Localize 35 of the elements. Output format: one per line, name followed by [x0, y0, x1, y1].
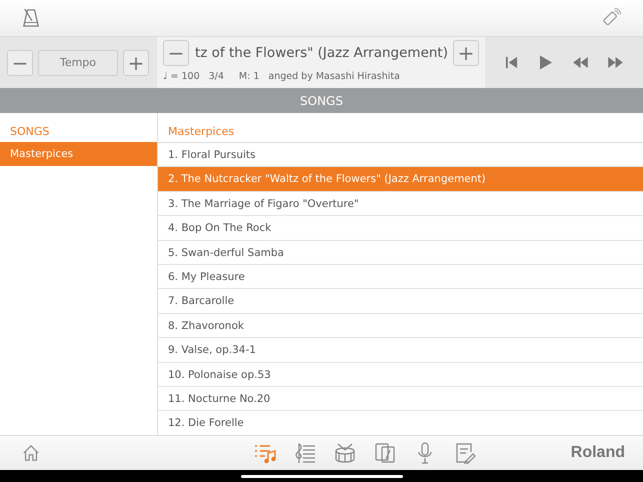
- section-header: SONGS: [0, 88, 643, 113]
- play-icon[interactable]: [538, 55, 552, 70]
- list-title: Masterpices: [158, 113, 643, 143]
- song-item[interactable]: 8. Zhavoronok: [158, 314, 643, 338]
- brand-logo: Roland: [570, 444, 625, 462]
- song-item[interactable]: 11. Nocturne No.20: [158, 386, 643, 412]
- rewind-icon[interactable]: [572, 57, 588, 68]
- measure-number: M: 1: [238, 71, 260, 82]
- note-edit-icon[interactable]: [454, 442, 476, 464]
- next-song-button[interactable]: +: [453, 40, 479, 66]
- song-item[interactable]: 9. Valse, op.34-1: [158, 338, 643, 363]
- fast-forward-icon[interactable]: [608, 57, 623, 68]
- time-signature: 3/4: [208, 71, 224, 82]
- bluetooth-device-icon[interactable]: [601, 8, 621, 28]
- metronome-icon[interactable]: [22, 8, 40, 28]
- tempo-value: ♩ = 100: [163, 71, 200, 82]
- song-item[interactable]: 3. The Marriage of Figaro "Overture": [158, 192, 643, 216]
- song-item[interactable]: 6. My Pleasure: [158, 264, 643, 290]
- song-title: tz of the Flowers" (Jazz Arrangement): [195, 45, 447, 61]
- music-score-icon[interactable]: [294, 442, 316, 464]
- song-composer: anged by Masashi Hirashita: [268, 71, 400, 82]
- song-item[interactable]: 5. Swan-derful Samba: [158, 240, 643, 265]
- home-icon[interactable]: [22, 444, 40, 462]
- drum-icon[interactable]: [334, 442, 356, 464]
- tablet-pen-icon[interactable]: [374, 442, 396, 464]
- previous-song-button[interactable]: −: [163, 40, 189, 66]
- skip-back-icon[interactable]: [505, 56, 518, 69]
- song-item[interactable]: 4. Bop On The Rock: [158, 216, 643, 241]
- tempo-button[interactable]: Tempo: [38, 50, 118, 76]
- tempo-up-button[interactable]: +: [123, 50, 149, 76]
- song-item[interactable]: 7. Barcarolle: [158, 289, 643, 314]
- tempo-down-button[interactable]: −: [7, 50, 33, 76]
- home-indicator[interactable]: [240, 474, 402, 478]
- song-item[interactable]: 10. Polonaise op.53: [158, 362, 643, 387]
- sidebar-title: SONGS: [9, 124, 50, 140]
